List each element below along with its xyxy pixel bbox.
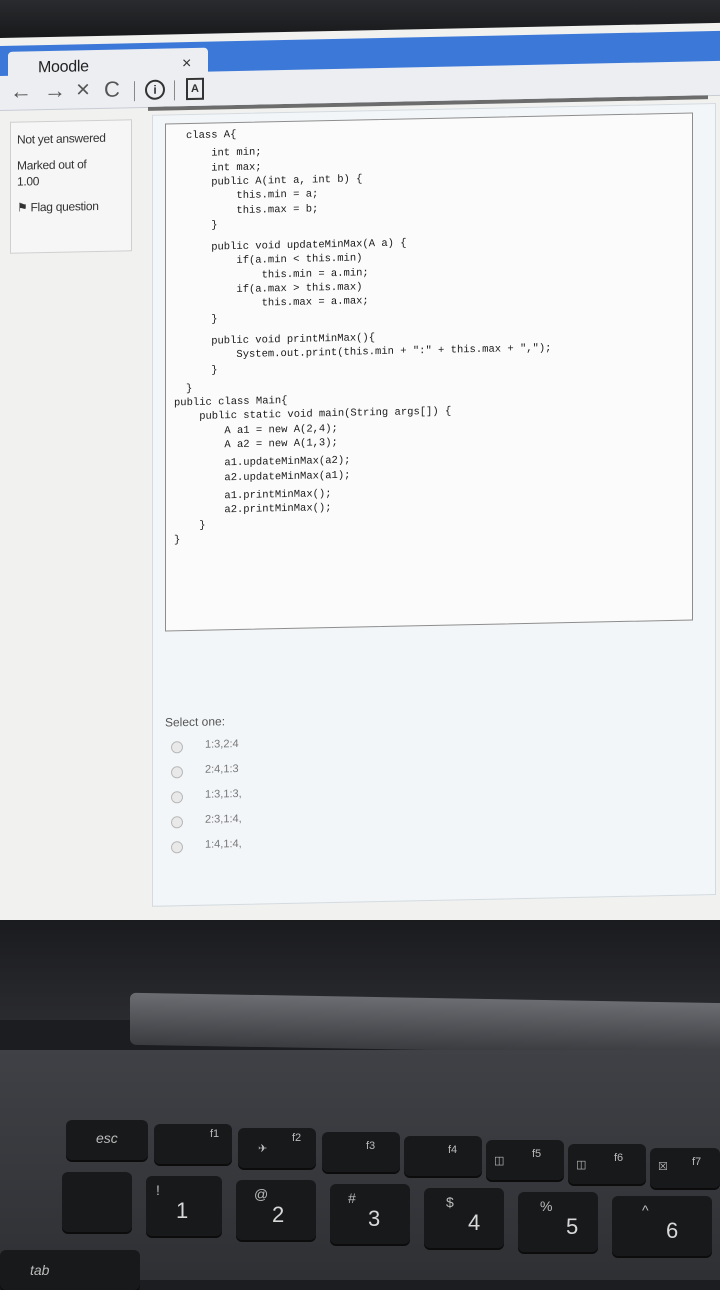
- code-line: a1.printMinMax();: [174, 487, 332, 504]
- code-line: public void updateMinMax(A a) {: [186, 237, 407, 255]
- key-3[interactable]: # 3: [330, 1184, 410, 1244]
- key-4[interactable]: $ 4: [424, 1188, 504, 1248]
- question-state: Not yet answered: [17, 130, 106, 147]
- mute-icon: ☒: [658, 1161, 668, 1173]
- code-line: if(a.max > this.max): [186, 281, 363, 298]
- code-line: this.max = b;: [186, 202, 319, 218]
- f6-key[interactable]: ◫ f6: [568, 1144, 646, 1184]
- code-block: class A{ int min; int max; public A(int …: [165, 112, 693, 632]
- f1-key[interactable]: f1: [154, 1124, 232, 1164]
- f3-key[interactable]: f3: [322, 1132, 400, 1172]
- code-line: public static void main(String args[]) {: [174, 405, 452, 424]
- toolbar-divider: [134, 81, 135, 102]
- answer-option-label: 1:4,1:4,: [205, 837, 242, 851]
- code-line: }: [186, 363, 218, 377]
- code-line: this.min = a;: [186, 188, 319, 204]
- code-line: }: [174, 534, 181, 547]
- site-info-icon[interactable]: i: [145, 79, 165, 100]
- code-line: }: [186, 382, 193, 395]
- esc-key[interactable]: esc: [66, 1120, 148, 1160]
- code-line: public void printMinMax(){: [186, 332, 376, 348]
- answer-option-label: 2:3,1:4,: [205, 812, 242, 826]
- back-icon[interactable]: ←: [10, 78, 32, 103]
- stop-icon[interactable]: ×: [76, 76, 90, 103]
- forward-icon[interactable]: →: [44, 78, 66, 103]
- tab-key[interactable]: tab: [0, 1250, 140, 1290]
- code-line: a2.printMinMax();: [174, 502, 332, 518]
- answer-radio[interactable]: [171, 766, 183, 779]
- code-line: }: [186, 219, 218, 232]
- page-icon[interactable]: A: [186, 77, 204, 101]
- code-line: }: [174, 519, 206, 532]
- flag-question-label: Flag question: [30, 198, 99, 215]
- answer-option-label: 1:3,1:3,: [205, 787, 242, 801]
- code-line: A a2 = new A(1,3);: [174, 436, 338, 453]
- code-line: int max;: [186, 161, 262, 175]
- code-line: a2.updateMinMax(a1);: [174, 469, 351, 485]
- key-1[interactable]: ! 1: [146, 1176, 222, 1236]
- f2-key[interactable]: ✈ f2: [238, 1128, 316, 1168]
- display-icon: ◫: [494, 1155, 505, 1167]
- code-line: if(a.min < this.min): [186, 252, 363, 269]
- flag-question-link[interactable]: ⚑ Flag question: [17, 199, 99, 215]
- toolbar-divider: [174, 80, 175, 101]
- select-one-label: Select one:: [165, 714, 226, 730]
- question-info-panel: Not yet answered Marked out of 1.00 ⚑ Fl…: [10, 119, 132, 254]
- key-6[interactable]: ^ 6: [612, 1196, 712, 1256]
- code-line: public A(int a, int b) {: [186, 173, 363, 189]
- answer-radio[interactable]: [171, 816, 183, 829]
- laptop-hinge: [130, 992, 720, 1056]
- answer-option-label: 1:3,2:4: [205, 738, 239, 751]
- tab-close-icon[interactable]: ×: [182, 55, 191, 73]
- marked-label: Marked out of: [17, 157, 87, 173]
- marked-value: 1.00: [17, 174, 40, 189]
- flag-icon: ⚑: [17, 200, 28, 215]
- airplane-icon: ✈: [258, 1143, 268, 1155]
- code-line: int min;: [186, 146, 262, 161]
- answer-radio[interactable]: [171, 841, 183, 854]
- keyboard-light-icon: ◫: [576, 1159, 587, 1171]
- f4-key[interactable]: f4: [404, 1136, 482, 1176]
- browser-screen: Moodle × ← → × C i A Not yet answered Ma…: [0, 22, 720, 940]
- answer-radio[interactable]: [171, 791, 183, 804]
- question-content: class A{ int min; int max; public A(int …: [152, 103, 716, 907]
- code-line: a1.updateMinMax(a2);: [174, 454, 351, 471]
- code-line: }: [186, 313, 218, 326]
- answer-option-label: 2:4,1:3: [205, 763, 239, 776]
- code-line: A a1 = new A(2,4);: [174, 422, 338, 439]
- f5-key[interactable]: ◫ f5: [486, 1140, 564, 1180]
- key-5[interactable]: % 5: [518, 1192, 598, 1252]
- reload-icon[interactable]: C: [104, 76, 120, 101]
- key-2[interactable]: @ 2: [236, 1180, 316, 1240]
- answer-radio[interactable]: [171, 741, 183, 754]
- code-line: class A{: [186, 129, 237, 143]
- backtick-key[interactable]: [62, 1172, 132, 1232]
- code-line: this.min = a.min;: [186, 266, 369, 283]
- f7-key[interactable]: ☒ f7: [650, 1148, 720, 1188]
- code-line: this.max = a.max;: [186, 295, 369, 312]
- code-line: public class Main{: [174, 395, 288, 410]
